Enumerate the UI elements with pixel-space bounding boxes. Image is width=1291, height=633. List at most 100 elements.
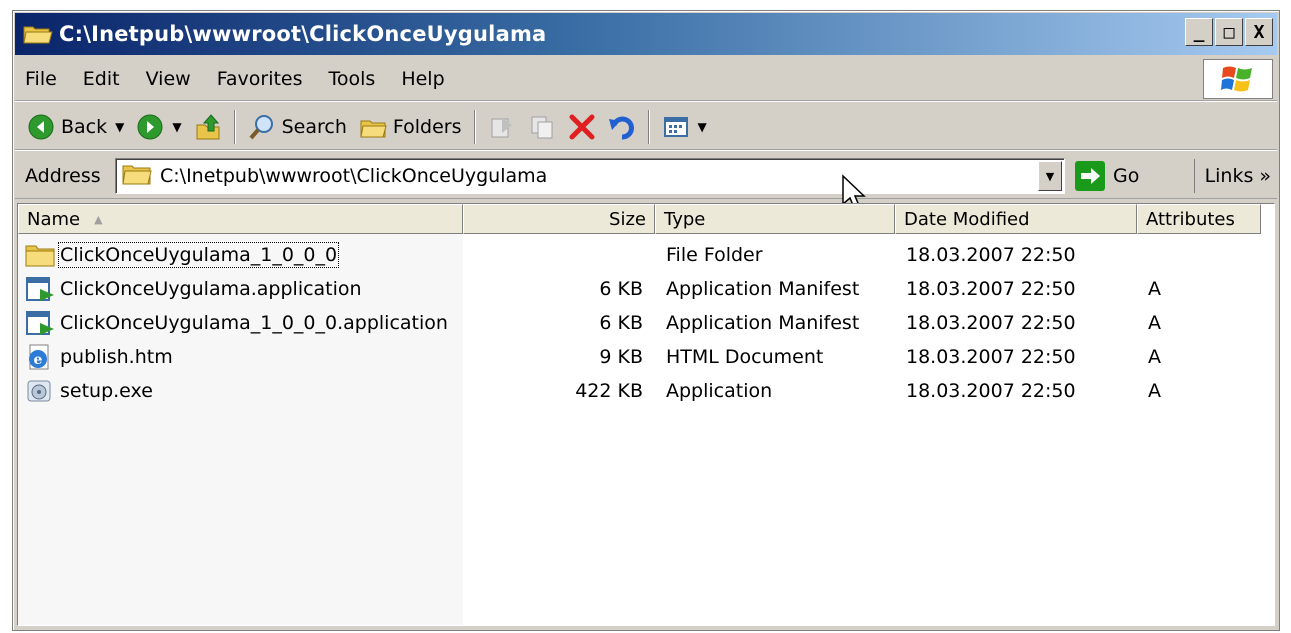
sort-ascending-icon: ▲ bbox=[94, 212, 103, 226]
column-header-type[interactable]: Type bbox=[655, 204, 895, 234]
window-title: C:\Inetpub\wwwroot\ClickOnceUygulama bbox=[59, 22, 547, 46]
folders-icon bbox=[359, 113, 387, 141]
go-arrow-icon bbox=[1075, 161, 1105, 191]
menu-favorites[interactable]: Favorites bbox=[204, 68, 316, 90]
folders-button[interactable]: Folders bbox=[353, 107, 468, 147]
copy-to-icon bbox=[528, 113, 556, 141]
views-dropdown-icon[interactable]: ▼ bbox=[698, 120, 707, 134]
delete-button[interactable] bbox=[562, 107, 602, 147]
manifest-icon bbox=[24, 309, 56, 337]
search-button[interactable]: Search bbox=[242, 107, 353, 147]
file-list-view[interactable]: Name ▲ Size Type Date Modified Attribute… bbox=[17, 203, 1275, 626]
table-row[interactable]: e publish.htm 9 KB HTML Document 18.03.2… bbox=[18, 340, 1274, 374]
address-bar: Address C:\Inetpub\wwwroot\ClickOnceUygu… bbox=[15, 153, 1277, 211]
file-name-cell: ClickOnceUygulama_1_0_0_0.application bbox=[24, 306, 448, 340]
menu-bar: File Edit View Favorites Tools Help bbox=[15, 57, 1277, 101]
column-header-name[interactable]: Name ▲ bbox=[18, 204, 463, 234]
minimize-button[interactable]: _ bbox=[1185, 18, 1213, 46]
undo-icon bbox=[608, 113, 636, 141]
file-name-cell: ClickOnceUygulama.application bbox=[24, 272, 362, 306]
table-row[interactable]: ClickOnceUygulama.application 6 KB Appli… bbox=[18, 272, 1274, 306]
file-name[interactable]: ClickOnceUygulama_1_0_0_0 bbox=[57, 242, 340, 268]
table-row[interactable]: ClickOnceUygulama_1_0_0_0 File Folder 18… bbox=[18, 238, 1274, 272]
column-name-label: Name bbox=[27, 208, 81, 230]
go-button[interactable]: Go bbox=[1075, 159, 1139, 193]
column-header-date-modified[interactable]: Date Modified bbox=[895, 204, 1137, 234]
file-date-modified: 18.03.2007 22:50 bbox=[906, 278, 1076, 300]
maximize-button[interactable]: □ bbox=[1215, 18, 1243, 46]
file-name[interactable]: ClickOnceUygulama_1_0_0_0.application bbox=[60, 312, 448, 334]
file-type: HTML Document bbox=[666, 346, 824, 368]
go-label: Go bbox=[1113, 165, 1140, 187]
menu-tools[interactable]: Tools bbox=[316, 68, 389, 90]
back-arrow-icon bbox=[27, 113, 55, 141]
svg-text:e: e bbox=[34, 352, 43, 368]
views-button[interactable]: ▼ bbox=[656, 107, 713, 147]
column-header-size[interactable]: Size bbox=[463, 204, 655, 234]
search-label: Search bbox=[281, 115, 347, 138]
menu-file[interactable]: File bbox=[15, 68, 70, 90]
file-name[interactable]: ClickOnceUygulama.application bbox=[60, 278, 362, 300]
forward-button[interactable]: ▼ bbox=[130, 107, 187, 147]
file-type: File Folder bbox=[666, 244, 763, 266]
links-label: Links bbox=[1204, 165, 1254, 187]
file-name-cell: setup.exe bbox=[24, 374, 153, 408]
window-controls: _ □ X bbox=[1185, 18, 1273, 46]
back-dropdown-icon[interactable]: ▼ bbox=[115, 120, 124, 134]
up-folder-button[interactable] bbox=[188, 107, 228, 147]
menu-edit[interactable]: Edit bbox=[70, 68, 133, 90]
file-name-cell: e publish.htm bbox=[24, 340, 173, 374]
forward-arrow-icon bbox=[136, 113, 164, 141]
column-header-row: Name ▲ Size Type Date Modified Attribute… bbox=[18, 204, 1274, 234]
column-header-attributes[interactable]: Attributes bbox=[1137, 204, 1261, 234]
file-size: 422 KB bbox=[575, 380, 643, 402]
folder-icon bbox=[24, 241, 56, 269]
menu-view[interactable]: View bbox=[133, 68, 204, 90]
standard-toolbar: Back ▼ ▼ Search Folders ▼ bbox=[15, 104, 1277, 150]
file-name-cell: ClickOnceUygulama_1_0_0_0 bbox=[24, 238, 340, 272]
toolbar-separator bbox=[233, 109, 236, 144]
folder-open-icon bbox=[23, 23, 53, 45]
address-input[interactable]: C:\Inetpub\wwwroot\ClickOnceUygulama ▼ bbox=[115, 158, 1065, 194]
file-name[interactable]: setup.exe bbox=[60, 380, 153, 402]
back-button[interactable]: Back ▼ bbox=[21, 107, 130, 147]
ie-document-icon: e bbox=[24, 343, 56, 371]
manifest-icon bbox=[24, 275, 56, 303]
move-to-button[interactable] bbox=[482, 107, 522, 147]
toolbar-separator bbox=[473, 109, 476, 144]
links-toolbar[interactable]: Links » bbox=[1193, 159, 1271, 193]
table-row[interactable]: ClickOnceUygulama_1_0_0_0.application 6 … bbox=[18, 306, 1274, 340]
file-attributes: A bbox=[1148, 312, 1161, 334]
table-row[interactable]: setup.exe 422 KB Application 18.03.2007 … bbox=[18, 374, 1274, 408]
file-attributes: A bbox=[1148, 346, 1161, 368]
file-name[interactable]: publish.htm bbox=[60, 346, 173, 368]
title-bar[interactable]: C:\Inetpub\wwwroot\ClickOnceUygulama _ □… bbox=[15, 13, 1277, 55]
file-type: Application Manifest bbox=[666, 278, 860, 300]
file-attributes: A bbox=[1148, 278, 1161, 300]
address-value: C:\Inetpub\wwwroot\ClickOnceUygulama bbox=[160, 165, 548, 187]
file-date-modified: 18.03.2007 22:50 bbox=[906, 244, 1076, 266]
file-date-modified: 18.03.2007 22:50 bbox=[906, 380, 1076, 402]
delete-x-icon bbox=[568, 113, 596, 141]
forward-dropdown-icon[interactable]: ▼ bbox=[172, 120, 181, 134]
file-rows: ClickOnceUygulama_1_0_0_0 File Folder 18… bbox=[18, 238, 1274, 408]
copy-to-button[interactable] bbox=[522, 107, 562, 147]
views-icon bbox=[662, 113, 690, 141]
links-chevron-icon[interactable]: » bbox=[1259, 165, 1271, 187]
file-type: Application bbox=[666, 380, 773, 402]
search-icon bbox=[248, 113, 276, 141]
move-to-icon bbox=[488, 113, 516, 141]
close-button[interactable]: X bbox=[1245, 18, 1273, 46]
file-attributes: A bbox=[1148, 380, 1161, 402]
undo-button[interactable] bbox=[602, 107, 642, 147]
address-label: Address bbox=[25, 164, 101, 187]
folders-label: Folders bbox=[392, 115, 462, 138]
file-date-modified: 18.03.2007 22:50 bbox=[906, 312, 1076, 334]
setup-exe-icon bbox=[24, 377, 56, 405]
up-folder-icon bbox=[194, 113, 222, 141]
file-size: 6 KB bbox=[599, 312, 643, 334]
folder-icon bbox=[122, 162, 152, 191]
file-size: 9 KB bbox=[599, 346, 643, 368]
menu-help[interactable]: Help bbox=[388, 68, 457, 90]
address-dropdown-button[interactable]: ▼ bbox=[1038, 161, 1062, 191]
